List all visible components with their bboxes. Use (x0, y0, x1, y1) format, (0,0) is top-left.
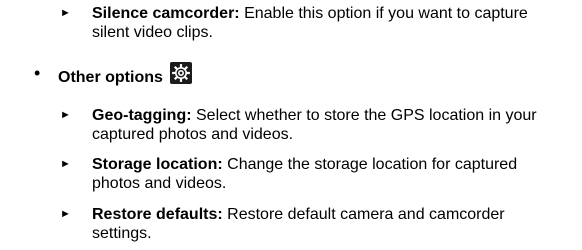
list-item-other-options: • Other options (34, 62, 574, 88)
item-title: Silence camcorder: (92, 5, 240, 22)
section-label: Other options (58, 69, 163, 86)
arrow-bullet: ► (60, 109, 71, 121)
item-text: Restore defaults: Restore default camera… (92, 205, 560, 243)
round-bullet: • (34, 63, 41, 83)
item-title: Storage location: (92, 156, 223, 173)
item-title: Geo-tagging: (92, 107, 192, 124)
arrow-bullet: ► (60, 7, 71, 19)
arrow-bullet: ► (60, 208, 71, 220)
settings-gear-icon (170, 62, 192, 84)
item-title: Restore defaults: (92, 206, 223, 223)
document-page: ► Silence camcorder: Enable this option … (0, 0, 582, 250)
item-text: Silence camcorder: Enable this option if… (92, 4, 560, 42)
item-text: Geo-tagging: Select whether to store the… (92, 106, 560, 144)
arrow-bullet: ► (60, 158, 71, 170)
item-text: Storage location: Change the storage loc… (92, 155, 560, 193)
